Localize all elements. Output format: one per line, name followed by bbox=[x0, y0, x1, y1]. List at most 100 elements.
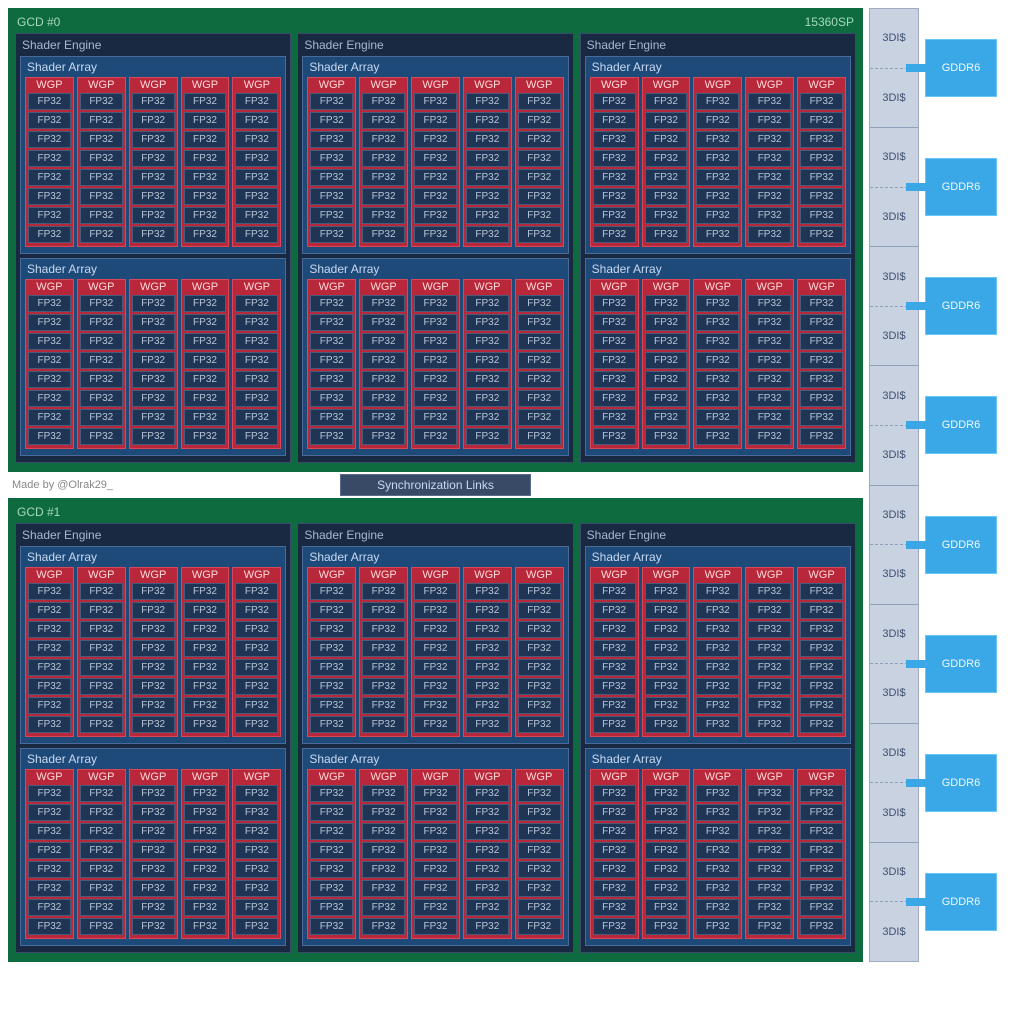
fp32-unit: FP32 bbox=[362, 880, 405, 897]
cache-3di: 3DI$ bbox=[870, 188, 918, 248]
fp32-unit: FP32 bbox=[466, 640, 509, 657]
fp32-unit: FP32 bbox=[310, 295, 353, 312]
shader-array-label: Shader Array bbox=[307, 59, 563, 77]
shader-engine-row: Shader EngineShader ArrayWGPFP32FP32FP32… bbox=[15, 523, 856, 953]
wgp: WGPFP32FP32FP32FP32FP32FP32FP32FP32 bbox=[25, 77, 74, 247]
cache-3di: 3DI$ bbox=[870, 247, 918, 307]
wgp-label: WGP bbox=[645, 568, 688, 583]
fp32-unit: FP32 bbox=[593, 602, 636, 619]
fp32-unit: FP32 bbox=[235, 659, 278, 676]
fp32-unit: FP32 bbox=[184, 352, 227, 369]
fp32-unit: FP32 bbox=[362, 785, 405, 802]
fp32-unit: FP32 bbox=[593, 918, 636, 935]
gddr6-module: GDDR6 bbox=[925, 754, 997, 812]
fp32-unit: FP32 bbox=[235, 409, 278, 426]
wgp-label: WGP bbox=[466, 770, 509, 785]
fp32-unit: FP32 bbox=[593, 861, 636, 878]
fp32-unit: FP32 bbox=[184, 131, 227, 148]
fp32-unit: FP32 bbox=[696, 804, 739, 821]
fp32-unit: FP32 bbox=[800, 659, 843, 676]
fp32-unit: FP32 bbox=[310, 899, 353, 916]
fp32-unit: FP32 bbox=[800, 899, 843, 916]
memory-slot: GDDR6 bbox=[925, 843, 997, 962]
fp32-unit: FP32 bbox=[466, 842, 509, 859]
wgp: WGPFP32FP32FP32FP32FP32FP32FP32FP32 bbox=[77, 567, 126, 737]
fp32-unit: FP32 bbox=[748, 804, 791, 821]
fp32-unit: FP32 bbox=[184, 226, 227, 243]
fp32-unit: FP32 bbox=[696, 823, 739, 840]
fp32-unit: FP32 bbox=[518, 659, 561, 676]
fp32-unit: FP32 bbox=[235, 390, 278, 407]
fp32-unit: FP32 bbox=[184, 785, 227, 802]
fp32-unit: FP32 bbox=[310, 188, 353, 205]
memory-slot: GDDR6 bbox=[925, 485, 997, 604]
wgp: WGPFP32FP32FP32FP32FP32FP32FP32FP32 bbox=[232, 279, 281, 449]
fp32-unit: FP32 bbox=[696, 583, 739, 600]
fp32-unit: FP32 bbox=[310, 131, 353, 148]
wgp: WGPFP32FP32FP32FP32FP32FP32FP32FP32 bbox=[307, 567, 356, 737]
fp32-unit: FP32 bbox=[414, 390, 457, 407]
fp32-unit: FP32 bbox=[80, 804, 123, 821]
fp32-unit: FP32 bbox=[800, 785, 843, 802]
fp32-unit: FP32 bbox=[132, 583, 175, 600]
fp32-unit: FP32 bbox=[132, 226, 175, 243]
sync-links-label: Synchronization Links bbox=[340, 474, 531, 496]
fp32-unit: FP32 bbox=[645, 150, 688, 167]
wgp: WGPFP32FP32FP32FP32FP32FP32FP32FP32 bbox=[642, 769, 691, 939]
fp32-unit: FP32 bbox=[593, 804, 636, 821]
wgp-label: WGP bbox=[748, 280, 791, 295]
wgp-label: WGP bbox=[132, 280, 175, 295]
fp32-unit: FP32 bbox=[362, 226, 405, 243]
fp32-unit: FP32 bbox=[593, 371, 636, 388]
wgp-label: WGP bbox=[235, 770, 278, 785]
fp32-unit: FP32 bbox=[80, 640, 123, 657]
wgp-label: WGP bbox=[800, 78, 843, 93]
fp32-unit: FP32 bbox=[800, 314, 843, 331]
fp32-unit: FP32 bbox=[748, 899, 791, 916]
fp32-unit: FP32 bbox=[800, 169, 843, 186]
fp32-unit: FP32 bbox=[80, 333, 123, 350]
fp32-unit: FP32 bbox=[466, 93, 509, 110]
wgp-label: WGP bbox=[310, 770, 353, 785]
wgp-label: WGP bbox=[414, 770, 457, 785]
wgp-label: WGP bbox=[184, 770, 227, 785]
wgp: WGPFP32FP32FP32FP32FP32FP32FP32FP32 bbox=[693, 769, 742, 939]
fp32-unit: FP32 bbox=[235, 697, 278, 714]
fp32-unit: FP32 bbox=[800, 640, 843, 657]
fp32-unit: FP32 bbox=[184, 371, 227, 388]
fp32-unit: FP32 bbox=[414, 621, 457, 638]
fp32-unit: FP32 bbox=[593, 583, 636, 600]
wgp-label: WGP bbox=[184, 78, 227, 93]
wgp-label: WGP bbox=[362, 78, 405, 93]
fp32-unit: FP32 bbox=[466, 583, 509, 600]
fp32-unit: FP32 bbox=[593, 314, 636, 331]
wgp-label: WGP bbox=[235, 568, 278, 583]
gddr6-module: GDDR6 bbox=[925, 277, 997, 335]
fp32-unit: FP32 bbox=[696, 918, 739, 935]
wgp-label: WGP bbox=[132, 770, 175, 785]
fp32-unit: FP32 bbox=[696, 150, 739, 167]
fp32-unit: FP32 bbox=[696, 188, 739, 205]
fp32-unit: FP32 bbox=[132, 314, 175, 331]
fp32-unit: FP32 bbox=[28, 804, 71, 821]
shader-engine-row: Shader EngineShader ArrayWGPFP32FP32FP32… bbox=[15, 33, 856, 463]
fp32-unit: FP32 bbox=[593, 188, 636, 205]
fp32-unit: FP32 bbox=[80, 188, 123, 205]
fp32-unit: FP32 bbox=[696, 899, 739, 916]
fp32-unit: FP32 bbox=[645, 880, 688, 897]
fp32-unit: FP32 bbox=[645, 583, 688, 600]
fp32-unit: FP32 bbox=[696, 659, 739, 676]
fp32-unit: FP32 bbox=[310, 678, 353, 695]
wgp-label: WGP bbox=[310, 280, 353, 295]
fp32-unit: FP32 bbox=[28, 697, 71, 714]
shader-array-label: Shader Array bbox=[25, 261, 281, 279]
fp32-unit: FP32 bbox=[466, 112, 509, 129]
fp32-unit: FP32 bbox=[235, 602, 278, 619]
fp32-unit: FP32 bbox=[28, 583, 71, 600]
fp32-unit: FP32 bbox=[414, 295, 457, 312]
fp32-unit: FP32 bbox=[80, 583, 123, 600]
wgp-label: WGP bbox=[80, 568, 123, 583]
fp32-unit: FP32 bbox=[748, 785, 791, 802]
fp32-unit: FP32 bbox=[235, 583, 278, 600]
wgp-row: WGPFP32FP32FP32FP32FP32FP32FP32FP32WGPFP… bbox=[590, 279, 846, 449]
